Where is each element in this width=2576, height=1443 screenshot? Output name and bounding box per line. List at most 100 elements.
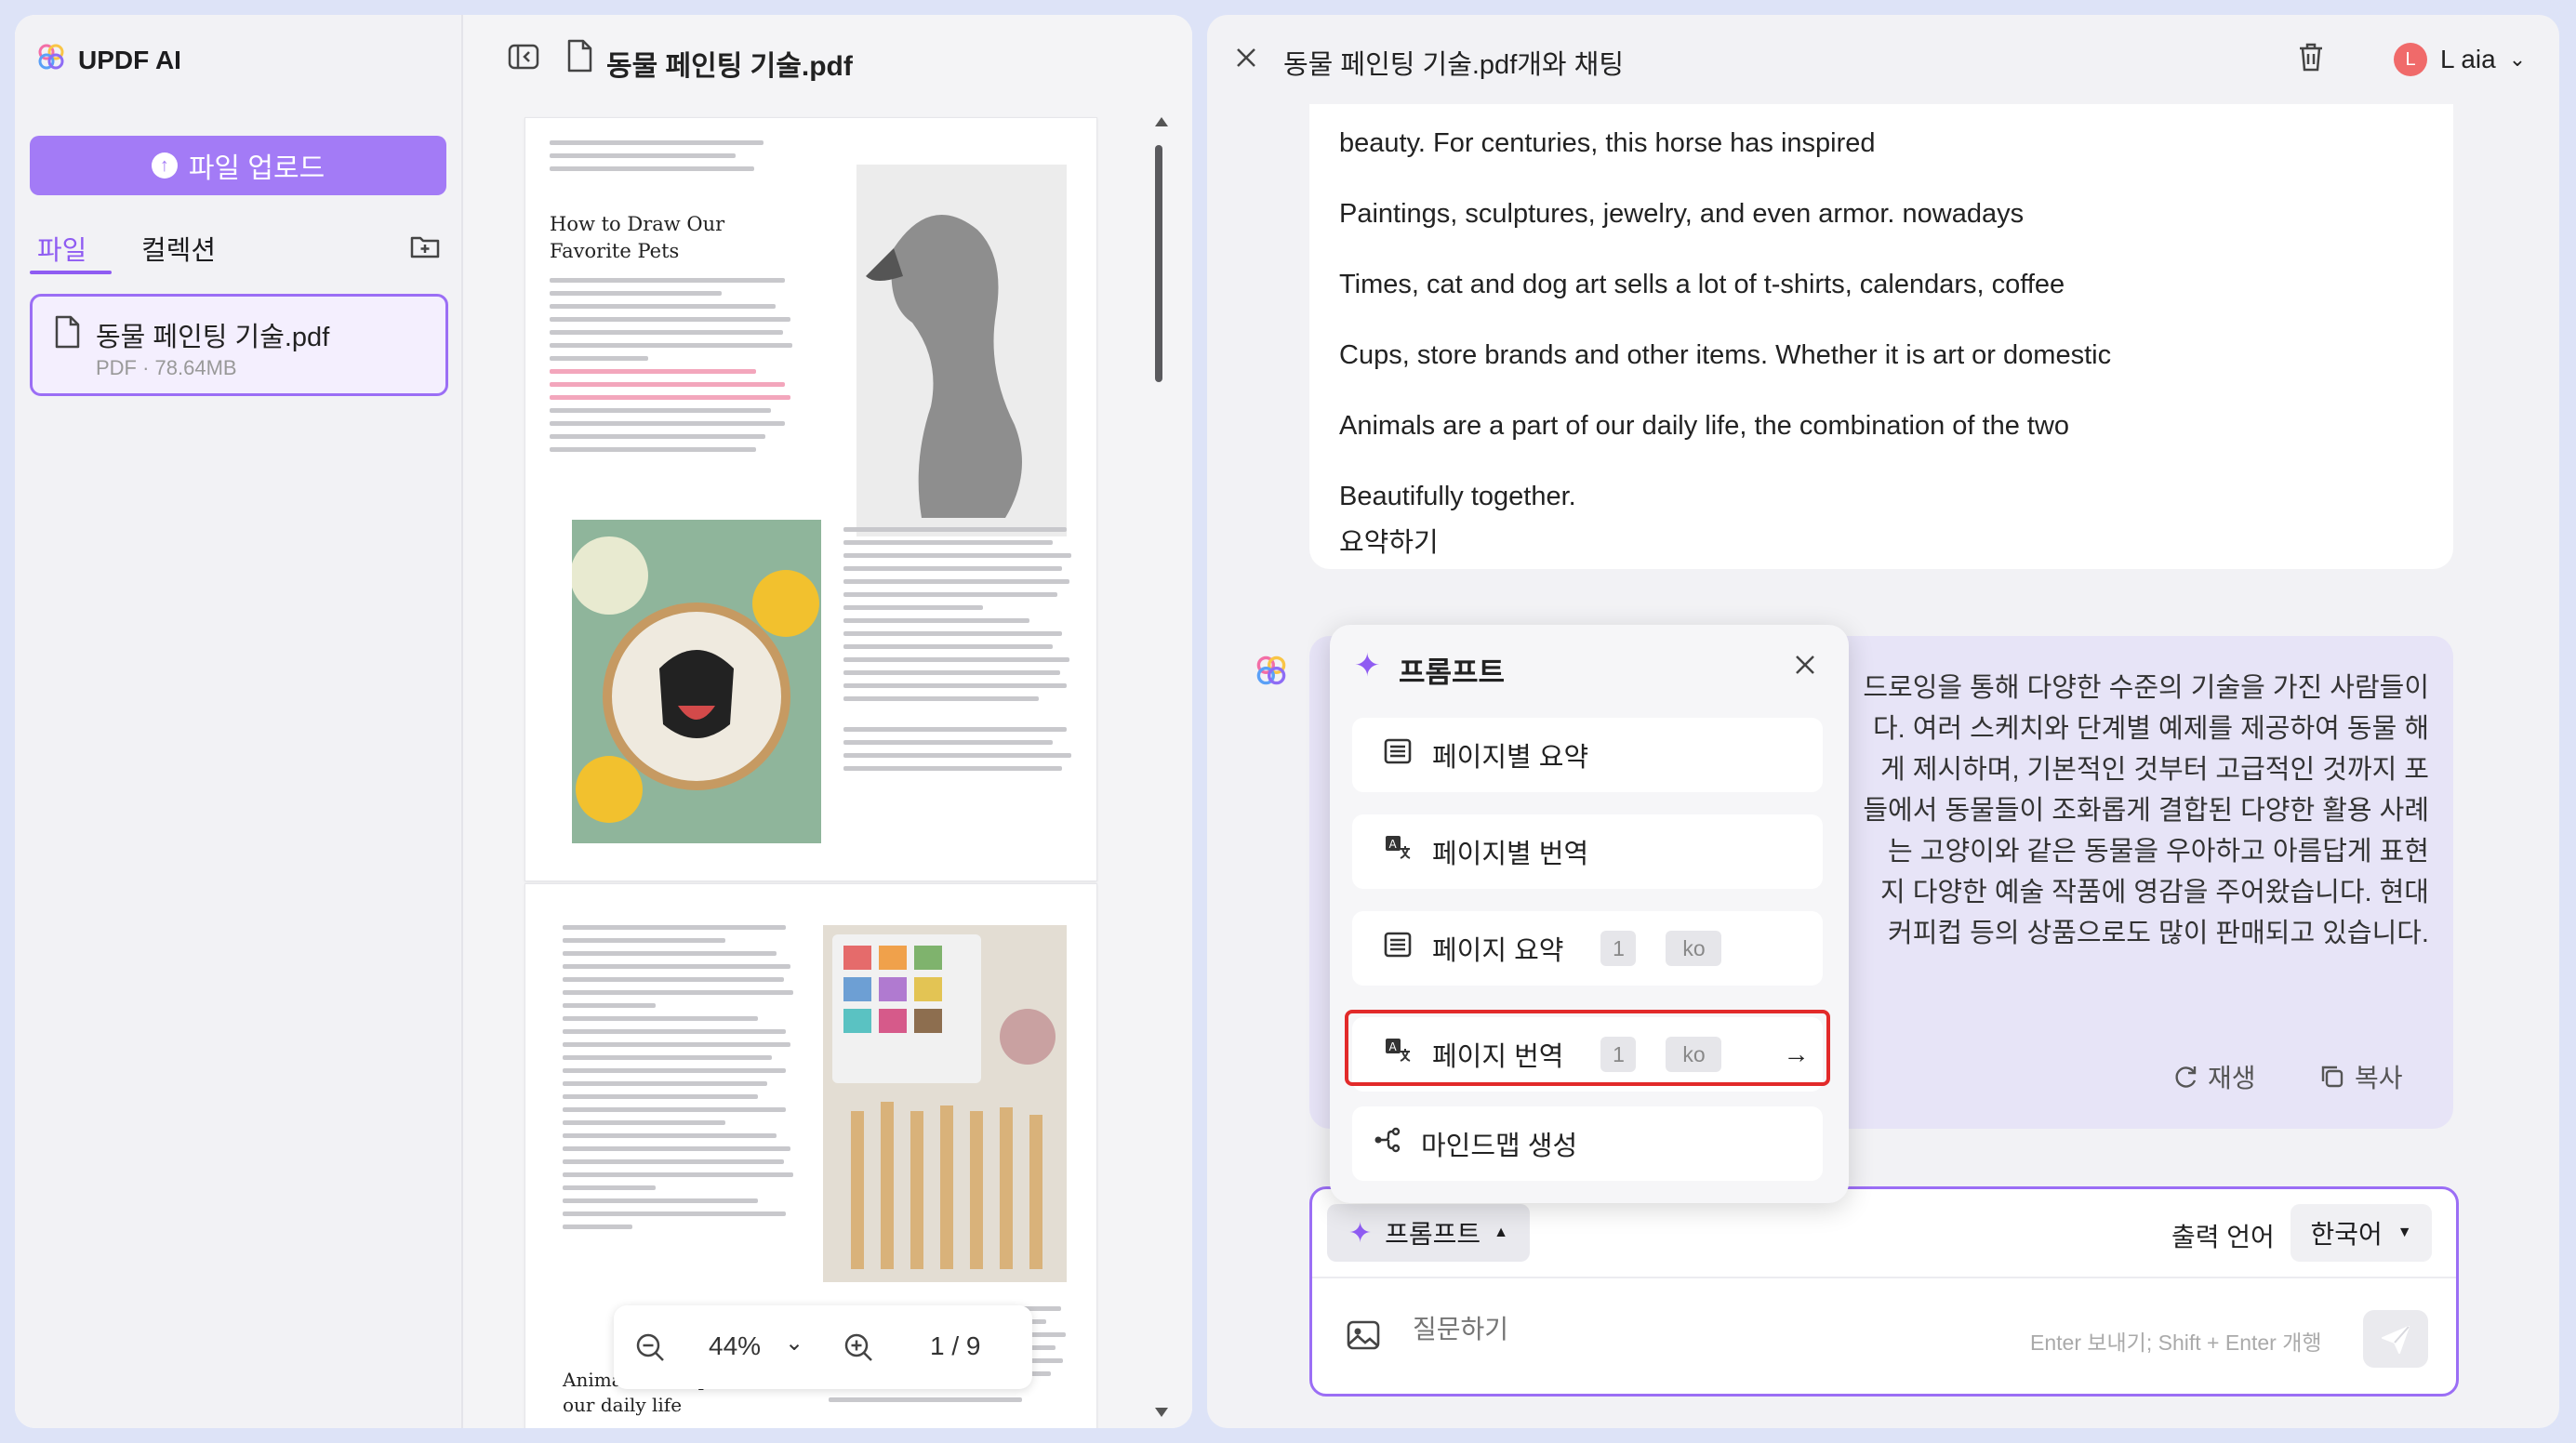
viewer-scrollbar[interactable] <box>1155 145 1162 382</box>
response-line: 다. 여러 스케치와 단계별 예제를 제공하여 동물 해 <box>1854 707 2429 744</box>
tab-collections[interactable]: 컬렉션 <box>141 229 216 268</box>
prompt-item-label: 마인드맵 생성 <box>1421 1132 1578 1161</box>
document-icon <box>53 315 81 353</box>
copy-button[interactable]: 복사 <box>2319 1058 2403 1095</box>
document-icon <box>565 39 593 77</box>
translate-icon: A <box>1384 834 1412 869</box>
response-line: 는 고양이와 같은 동물을 우아하고 아름답게 표현 <box>1854 829 2429 867</box>
copy-label: 복사 <box>2355 1064 2403 1092</box>
prompt-item-translate-by-page[interactable]: A 페이지별 번역 <box>1352 814 1823 889</box>
language-value: 한국어 <box>2310 1220 2383 1249</box>
pdf-page-1: How to Draw Our Favorite Pets <box>524 117 1097 881</box>
zoom-in-icon[interactable] <box>843 1331 874 1370</box>
chevron-down-icon: ⌄ <box>2508 47 2527 71</box>
list-icon <box>1384 737 1412 773</box>
mindmap-icon <box>1373 1126 1401 1161</box>
user-menu[interactable]: L L aia ⌄ <box>2394 43 2526 76</box>
message-line: Beautifully together. <box>1339 482 1576 511</box>
message-line: Animals are a part of our daily life, th… <box>1339 411 2070 441</box>
upload-arrow-icon: ↑ <box>151 152 178 179</box>
regenerate-button[interactable]: 재생 <box>2172 1058 2256 1095</box>
prompt-item-label: 페이지 요약 <box>1432 936 1564 966</box>
message-line: Times, cat and dog art sells a lot of t-… <box>1339 270 2065 299</box>
zoom-toolbar: 44% ⌄ 1 / 9 <box>614 1305 1032 1389</box>
document-title: 동물 페인팅 기술.pdf <box>606 51 853 82</box>
zoom-level[interactable]: 44% <box>709 1331 761 1361</box>
app-brand: UPDF AI <box>37 43 181 77</box>
prompt-item-summary-by-page[interactable]: 페이지별 요약 <box>1352 718 1823 792</box>
chat-composer: ✦ 프롬프트 ▲ 출력 언어 한국어 ▼ Enter 보내기; Shift + … <box>1309 1186 2459 1397</box>
svg-text:A: A <box>1389 838 1398 851</box>
dog-sketch-image <box>856 165 1067 536</box>
regenerate-label: 재생 <box>2208 1064 2256 1092</box>
image-upload-icon[interactable] <box>1346 1319 1381 1356</box>
new-folder-icon[interactable] <box>409 232 441 265</box>
send-button[interactable] <box>2363 1310 2428 1368</box>
composer-divider <box>1312 1277 2456 1278</box>
page-heading: How to Draw Our Favorite Pets <box>550 211 724 265</box>
user-name: L aia <box>2440 45 2496 73</box>
sidebar: UPDF AI ↑ 파일 업로드 파일 컬렉션 동물 페인팅 기술.pdf PD… <box>15 15 463 1428</box>
page-indicator[interactable]: 1 / 9 <box>930 1331 980 1361</box>
file-card[interactable]: 동물 페인팅 기술.pdf PDF · 78.64MB <box>30 294 448 396</box>
language-chip[interactable]: ko <box>1666 931 1722 966</box>
response-line: 들에서 동물들이 조화롭게 결합된 다양한 활용 사례 <box>1854 788 2429 826</box>
close-icon[interactable] <box>1793 653 1817 682</box>
prompt-item-page-summary[interactable]: 페이지 요약 1 ko <box>1352 911 1823 986</box>
response-line-text: 지 다양한 예술 작품에 영감을 주어왔습니다. 현대 <box>1879 878 2429 907</box>
caret-up-icon: ▲ <box>1494 1225 1509 1240</box>
keyboard-hint: Enter 보내기; Shift + Enter 개행 <box>2030 1330 2322 1355</box>
response-line-text: 들에서 동물들이 조화롭게 결합된 다양한 활용 사례 <box>1863 796 2429 826</box>
paint-brushes-image <box>823 925 1067 1282</box>
response-line-text: 커피컵 등의 상품으로도 많이 판매되고 있습니다. <box>1888 919 2429 948</box>
close-icon[interactable] <box>1233 45 1259 75</box>
chat-title: 동물 페인팅 기술.pdf개와 채팅 <box>1283 50 1625 80</box>
upload-label: 파일 업로드 <box>188 153 325 184</box>
caret-down-icon: ▼ <box>2397 1225 2412 1240</box>
zoom-out-icon[interactable] <box>634 1331 666 1370</box>
avatar: L <box>2394 43 2427 76</box>
page-body-text <box>563 925 795 1229</box>
pdf-viewer: 동물 페인팅 기술.pdf How to Draw Our Favorite P… <box>463 15 1192 1428</box>
page-heading-line-2: Favorite Pets <box>550 240 680 262</box>
response-line: 게 제시하며, 기본적인 것부터 고급적인 것까지 포 <box>1854 748 2429 785</box>
collapse-sidebar-icon[interactable] <box>508 43 539 75</box>
sparkle-icon: ✦ <box>1354 648 1381 683</box>
sparkle-icon: ✦ <box>1348 1217 1373 1249</box>
message-line: beauty. For centuries, this horse has in… <box>1339 128 1876 158</box>
prompt-button[interactable]: ✦ 프롬프트 ▲ <box>1327 1204 1530 1262</box>
app-name: UPDF AI <box>78 45 181 74</box>
ai-assistant-icon <box>1255 655 1287 691</box>
trash-icon[interactable] <box>2297 41 2325 77</box>
response-line: 지 다양한 예술 작품에 영감을 주어왔습니다. 현대 <box>1854 870 2429 907</box>
upload-file-button[interactable]: ↑ 파일 업로드 <box>30 136 446 195</box>
page-body-text <box>550 278 795 452</box>
viewer-header: 동물 페인팅 기술.pdf <box>463 15 1192 102</box>
scroll-down-arrow[interactable] <box>1155 1408 1168 1417</box>
prompt-popup: ✦ 프롬프트 페이지별 요약 A 페이지별 번역 페이지 요약 1 ko A 페… <box>1330 625 1849 1203</box>
page-intro-text <box>550 140 782 171</box>
prompt-label: 프롬프트 <box>1385 1220 1481 1249</box>
updf-logo-icon <box>37 43 65 77</box>
response-line-text: 는 고양이와 같은 동물을 우아하고 아름답게 표현 <box>1888 837 2429 867</box>
list-icon <box>1384 931 1412 966</box>
prompt-item-mindmap[interactable]: 마인드맵 생성 <box>1352 1106 1823 1181</box>
prompt-item-label: 페이지별 번역 <box>1432 840 1589 869</box>
tab-files[interactable]: 파일 <box>37 229 86 268</box>
active-tab-indicator <box>30 271 112 274</box>
output-language-select[interactable]: 한국어 ▼ <box>2291 1204 2432 1262</box>
question-input[interactable] <box>1411 1314 1972 1345</box>
scroll-up-arrow[interactable] <box>1155 117 1168 126</box>
page-right-text <box>843 527 1076 771</box>
response-line: 드로잉을 통해 다양한 수준의 기술을 가진 사람들이 <box>1854 666 2429 703</box>
left-panel: UPDF AI ↑ 파일 업로드 파일 컬렉션 동물 페인팅 기술.pdf PD… <box>15 15 1192 1428</box>
message-line: Paintings, sculptures, jewelry, and even… <box>1339 199 2025 229</box>
response-line-text: 게 제시하며, 기본적인 것부터 고급적인 것까지 포 <box>1879 755 2429 785</box>
file-name: 동물 페인팅 기술.pdf <box>96 323 330 352</box>
chevron-down-icon[interactable]: ⌄ <box>785 1330 803 1357</box>
message-line: Cups, store brands and other items. Whet… <box>1339 340 2112 370</box>
page-number-chip[interactable]: 1 <box>1600 931 1637 966</box>
response-line: 커피컵 등의 상품으로도 많이 판매되고 있습니다. <box>1854 911 2429 948</box>
send-icon <box>2382 1326 2410 1354</box>
popup-title: 프롬프트 <box>1399 656 1506 689</box>
